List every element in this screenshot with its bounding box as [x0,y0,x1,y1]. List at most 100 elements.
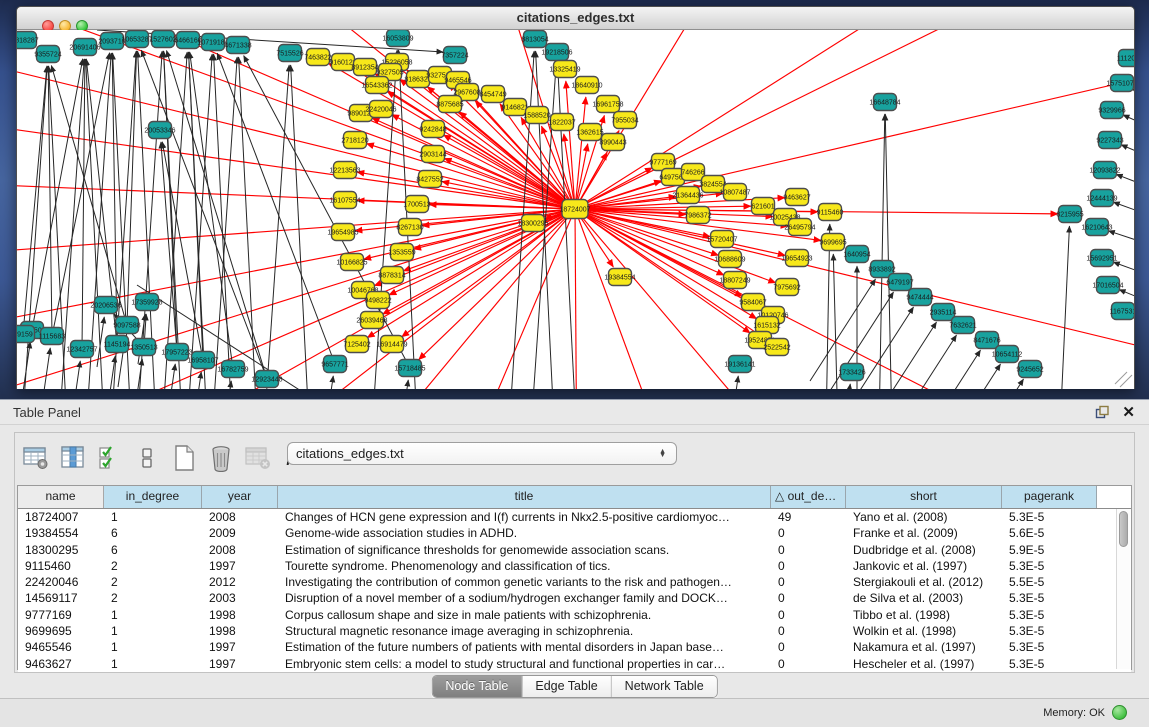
graph-node[interactable]: 1353559 [388,244,415,261]
graph-node[interactable]: 9657771 [321,356,348,373]
rows-icon[interactable] [132,443,162,473]
graph-node[interactable]: 1167531 [1110,303,1134,320]
graph-node[interactable]: 16053809 [382,30,413,47]
row-selection-icon[interactable] [95,443,125,473]
new-table-icon[interactable] [169,443,199,473]
graph-node[interactable]: 1700513 [403,196,430,213]
graph-node[interactable]: 9329966 [1098,102,1125,119]
graph-node[interactable]: 15720407 [706,231,737,248]
graph-node[interactable]: 8990443 [599,134,626,151]
graph-node[interactable]: 12444139 [1086,190,1117,207]
graph-node[interactable]: 9097588 [113,317,140,334]
graph-node[interactable]: 9699695 [819,234,846,251]
graph-node[interactable]: 9115460 [817,204,844,221]
graph-node[interactable]: 1350513 [130,339,157,356]
graph-node[interactable]: 21364436 [672,187,703,204]
graph-node[interactable]: 8875685 [436,96,463,113]
graph-node[interactable]: 1527602 [149,31,176,48]
graph-node[interactable]: 18724007 [559,200,590,219]
graph-node[interactable]: 1588520 [523,107,550,124]
graph-node[interactable]: 1818287 [17,32,39,49]
table-row[interactable]: 1456911722003Disruption of a novel membe… [18,590,1131,606]
graph-node[interactable]: 17016504 [1092,277,1123,294]
graph-node[interactable]: 621601 [751,198,774,215]
graph-node[interactable]: 18640910 [571,77,602,94]
network-view-window[interactable]: citations_edges.txt 18182879355724206914… [16,6,1135,389]
graph-node[interactable]: 18300295 [517,215,548,232]
graph-node[interactable]: 1362615 [576,124,603,141]
graph-node[interactable]: 4671338 [224,37,251,54]
table-scrollbar-thumb[interactable] [1119,511,1128,547]
graph-node[interactable]: 7632621 [949,317,976,334]
graph-node[interactable]: 9227343 [1096,132,1123,149]
table-row[interactable]: 1938455462009Genome-wide association stu… [18,525,1131,541]
graph-node[interactable]: 8454749 [479,86,506,103]
tab-edge-table[interactable]: Edge Table [522,676,611,697]
graph-node[interactable]: 10688609 [714,251,745,268]
graph-node[interactable]: 10807487 [719,184,750,201]
graph-node[interactable]: 12093822 [1089,162,1120,179]
column-header-name[interactable]: name [18,486,104,508]
graph-node[interactable]: 19136141 [724,356,755,373]
graph-node[interactable]: 8471676 [973,332,1000,349]
graph-node[interactable]: 19654923 [781,250,812,267]
graph-node[interactable]: 20206536 [90,297,121,314]
graph-node[interactable]: 9245652 [1016,361,1043,378]
graph-node[interactable]: 13325419 [549,61,580,78]
table-row[interactable]: 911546021997Tourette syndrome. Phenomeno… [18,558,1131,574]
graph-node[interactable]: 7986372 [684,207,711,224]
network-window-titlebar[interactable]: citations_edges.txt [17,7,1134,30]
graph-node[interactable]: 7515526 [276,45,303,62]
graph-node[interactable]: 1112054 [1117,50,1134,67]
graph-node[interactable]: 10653287 [121,31,152,48]
graph-node[interactable]: 8813054 [521,31,548,48]
float-panel-icon[interactable] [1095,405,1109,424]
graph-node[interactable]: 19654985 [327,224,358,241]
graph-node[interactable]: 7975692 [773,279,800,296]
graph-node[interactable]: 12213563 [329,162,360,179]
graph-node[interactable]: 12342757 [66,341,97,358]
column-header-title[interactable]: title [278,486,771,508]
graph-node[interactable]: 16648784 [869,94,900,111]
graph-node[interactable]: 2903144 [419,146,446,163]
graph-node[interactable]: 15718485 [394,360,425,377]
graph-node[interactable]: 26039468 [356,312,387,329]
table-row[interactable]: 1872400712008Changes of HCN gene express… [18,509,1131,525]
table-selector-dropdown[interactable]: citations_edges.txt ▲▼ [287,442,677,465]
graph-node[interactable]: 8215955 [1056,206,1083,223]
graph-node[interactable]: 10654112 [992,346,1023,363]
graph-node[interactable]: 19218506 [541,44,572,61]
graph-node[interactable]: 9355724 [34,46,61,63]
graph-node[interactable]: 8912354 [351,59,378,76]
table-settings-icon[interactable] [21,443,51,473]
graph-node[interactable]: 12923448 [251,371,282,388]
column-selector-icon[interactable] [58,443,88,473]
tab-network-table[interactable]: Network Table [612,676,717,697]
graph-node[interactable]: 2718120 [341,132,368,149]
column-header-out_de[interactable]: △ out_de… [771,486,846,508]
graph-node[interactable]: 7125402 [343,336,370,353]
graph-node[interactable]: 16543362 [361,77,392,94]
graph-node[interactable]: 9498222 [364,292,391,309]
graph-node[interactable]: 8267130 [396,219,423,236]
table-row[interactable]: 977716911998Corpus callosum shape and si… [18,607,1131,623]
import-table-icon[interactable] [243,443,273,473]
graph-node[interactable]: 1733426 [838,364,865,381]
graph-node[interactable]: 1640954 [843,246,870,263]
graph-node[interactable]: 7357224 [441,47,468,64]
tab-node-table[interactable]: Node Table [432,676,522,697]
delete-table-icon[interactable] [206,443,236,473]
graph-node[interactable]: 16961758 [592,96,623,113]
graph-node[interactable]: 15692951 [1086,250,1117,267]
graph-node[interactable]: 17359928 [131,294,162,311]
graph-node[interactable]: 16914479 [376,336,407,353]
graph-node[interactable]: 2522542 [763,339,790,356]
table-row[interactable]: 969969511998Structural magnetic resonanc… [18,623,1131,639]
graph-node[interactable]: 1822037 [548,114,575,131]
graph-node[interactable]: 15751074 [1106,75,1134,92]
graph-node[interactable]: 16210643 [1081,219,1112,236]
graph-node[interactable]: 39159 [17,326,35,343]
table-row[interactable]: 2242004622012Investigating the contribut… [18,574,1131,590]
memory-ok-indicator-icon[interactable] [1112,705,1127,720]
graph-node[interactable]: 10166825 [336,254,367,271]
